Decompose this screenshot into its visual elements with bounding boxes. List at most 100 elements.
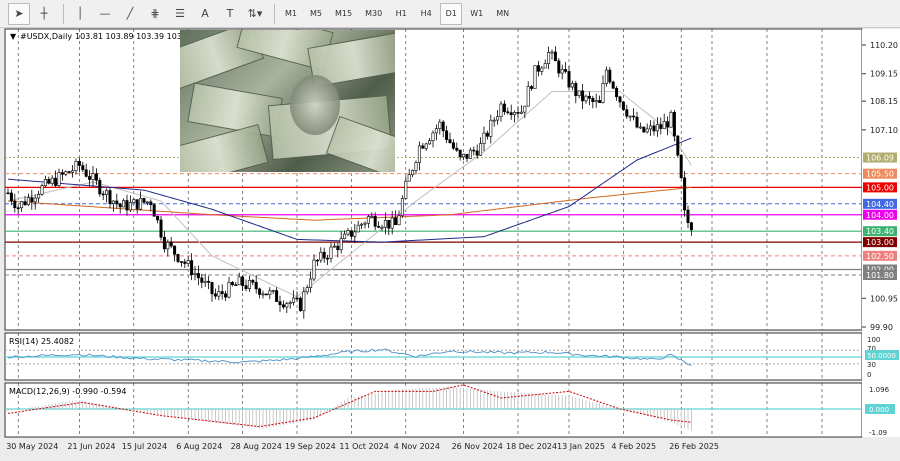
candle-body: [139, 198, 143, 210]
candle-body: [132, 199, 136, 203]
candle-body: [458, 149, 462, 158]
candle-body: [587, 95, 591, 99]
text-icon[interactable]: A: [194, 3, 216, 25]
candle-body: [322, 251, 326, 259]
trendline-icon[interactable]: ╱: [119, 3, 141, 25]
crosshair-icon[interactable]: ┼: [33, 3, 55, 25]
chart-svg[interactable]: 30 May 2024 21 Jun 2024 15 Jul 2024 6 Aug 2…: [0, 28, 900, 459]
candle-body: [43, 179, 47, 187]
level-label: 103.00: [866, 238, 894, 247]
collapse-icon: ▼: [10, 32, 17, 41]
macd-scale-label: -1.09: [869, 429, 887, 437]
candle-body: [574, 83, 578, 96]
candle-body: [618, 96, 622, 103]
candle-body: [176, 254, 180, 262]
candle-body: [676, 135, 680, 156]
timeframe-m30[interactable]: M30: [360, 3, 387, 25]
candle-body: [533, 65, 537, 89]
candle-body: [598, 100, 602, 103]
candle-body: [111, 200, 115, 205]
candle-body: [193, 273, 197, 276]
candle-body: [315, 259, 319, 262]
candle-body: [536, 65, 540, 72]
candle-body: [353, 231, 357, 237]
candle-body: [261, 293, 265, 296]
candle-body: [414, 162, 418, 171]
timeframe-h4[interactable]: H4: [415, 3, 437, 25]
candle-body: [431, 132, 435, 141]
date-tick-label: 19 Sep 2024: [285, 442, 336, 451]
candle-body: [635, 116, 639, 128]
candle-body: [326, 257, 330, 260]
candle-body: [81, 165, 85, 171]
text-label-icon[interactable]: T: [219, 3, 241, 25]
candle-body: [349, 230, 353, 237]
arrows-icon[interactable]: ⇅▾: [244, 3, 266, 25]
candle-body: [67, 171, 71, 173]
date-tick-label: 15 Jul 2024: [122, 442, 167, 451]
candle-body: [156, 216, 160, 221]
candle-body: [455, 147, 459, 151]
candle-body: [186, 260, 190, 264]
candle-body: [196, 273, 200, 279]
candle-body: [608, 69, 612, 83]
candle-body: [40, 185, 44, 195]
level-label: 102.50: [866, 252, 894, 261]
y-tick-label: 100.95: [870, 294, 898, 303]
candle-body: [689, 222, 693, 231]
candle-body: [288, 302, 292, 304]
candle-body: [472, 149, 476, 152]
candle-body: [638, 126, 642, 129]
horizontal-line-icon[interactable]: —: [94, 3, 116, 25]
vertical-line-icon[interactable]: │: [69, 3, 91, 25]
candle-body: [356, 224, 360, 233]
date-tick-label: 6 Aug 2024: [176, 442, 222, 451]
candle-body: [475, 150, 479, 156]
candle-body: [264, 293, 268, 296]
candle-body: [213, 293, 217, 297]
date-tick-label: 11 Oct 2024: [339, 442, 388, 451]
timeframe-w1[interactable]: W1: [465, 3, 488, 25]
candle-body: [465, 153, 469, 159]
candle-body: [224, 293, 228, 298]
level-label: 105.00: [866, 183, 894, 192]
andrews-pitchfork-icon[interactable]: ⋕: [144, 3, 166, 25]
y-tick-label: 99.90: [870, 323, 893, 332]
candle-body: [649, 125, 653, 130]
candle-body: [169, 241, 173, 247]
candle-body: [679, 154, 683, 179]
candle-body: [577, 90, 581, 96]
candle-body: [519, 111, 523, 114]
candle-body: [57, 172, 61, 186]
rsi-scale-label: 100: [867, 336, 880, 344]
candle-body: [377, 226, 381, 228]
timeframe-m5[interactable]: M5: [305, 3, 327, 25]
candle-body: [581, 90, 585, 102]
candle-body: [105, 190, 109, 195]
timeframe-m15[interactable]: M15: [330, 3, 357, 25]
candle-body: [64, 171, 68, 175]
macd-label: MACD(12,26,9) -0.990 -0.594: [9, 387, 126, 396]
candle-body: [241, 276, 245, 286]
candle-body: [397, 215, 401, 226]
candle-body: [496, 116, 500, 121]
timeframe-m1[interactable]: M1: [280, 3, 302, 25]
candle-body: [200, 277, 204, 283]
fibonacci-icon[interactable]: ☰: [169, 3, 191, 25]
candle-body: [159, 219, 163, 238]
cursor-icon[interactable]: ➤: [8, 2, 30, 25]
candle-body: [557, 60, 561, 74]
candle-body: [428, 140, 432, 145]
timeframe-mn[interactable]: MN: [491, 3, 514, 25]
candle-body: [94, 173, 98, 181]
candle-body: [234, 284, 238, 286]
timeframe-h1[interactable]: H1: [390, 3, 412, 25]
candle-body: [669, 112, 673, 128]
toolbar-divider: [274, 3, 275, 24]
candle-body: [343, 233, 347, 239]
candle-body: [254, 282, 258, 290]
candle-body: [332, 245, 336, 248]
candle-body: [683, 177, 687, 211]
chart-window[interactable]: 30 May 2024 21 Jun 2024 15 Jul 2024 6 Aug 2…: [0, 28, 900, 459]
timeframe-d1[interactable]: D1: [440, 2, 463, 25]
